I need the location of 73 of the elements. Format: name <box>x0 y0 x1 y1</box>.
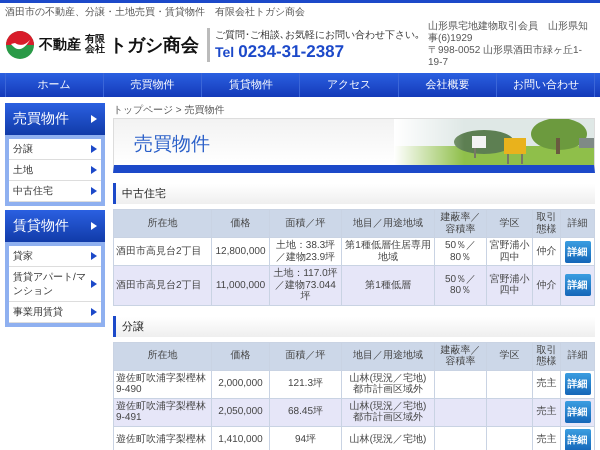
arrow-icon <box>91 187 97 195</box>
detail-button[interactable]: 詳細 <box>564 373 590 395</box>
table-cell: 売主 <box>532 370 560 398</box>
logo-icon <box>5 30 35 60</box>
nav-link[interactable]: お問い合わせ <box>497 73 596 97</box>
phone-number: Tel 0234-31-2387 <box>215 42 346 62</box>
column-header: 建蔽率／容積率 <box>434 210 486 238</box>
nav-link[interactable]: 売買物件 <box>104 73 202 97</box>
column-header: 建蔽率／容積率 <box>434 342 486 370</box>
column-header: 所在地 <box>114 210 212 238</box>
detail-button[interactable]: 詳細 <box>564 274 590 296</box>
sidebar-item[interactable]: 土地 <box>9 160 101 181</box>
detail-button[interactable]: 詳細 <box>564 240 590 262</box>
sidebar-item[interactable]: 賃貸アパート/マンション <box>9 267 101 302</box>
nav-link[interactable]: 会社概要 <box>398 73 498 97</box>
column-header: 価格 <box>212 342 270 370</box>
logo-text: 不動産 <box>39 36 81 54</box>
column-header: 価格 <box>212 210 270 238</box>
detail-button[interactable]: 詳細 <box>564 401 590 423</box>
section-heading: 分譲 <box>113 316 595 336</box>
column-header: 詳細 <box>560 210 594 238</box>
section-heading: 中古住宅 <box>113 183 595 204</box>
table-cell: 11,000,000 <box>212 266 270 305</box>
table-cell: 土地：117.0坪／建物73.044坪 <box>270 266 342 305</box>
arrow-icon <box>91 308 97 316</box>
arrow-icon <box>91 252 97 260</box>
table-cell: 遊佐町吹浦字梨樫林 <box>114 426 212 450</box>
table-cell: 山林(現況／宅地) 都市計画区域外 <box>342 370 434 398</box>
column-header: 取引態様 <box>532 342 560 370</box>
table-cell: 仲介 <box>532 266 560 305</box>
sidebar-heading[interactable]: 賃貸物件 <box>5 210 105 242</box>
sidebar-item[interactable]: 事業用賃貸 <box>9 302 101 323</box>
table-cell: 宮野浦小四中 <box>486 266 532 305</box>
column-header: 所在地 <box>114 342 212 370</box>
detail-button[interactable]: 詳細 <box>564 428 590 450</box>
table-cell: 2,050,000 <box>212 398 270 426</box>
sidebar-item[interactable]: 中古住宅 <box>9 181 101 202</box>
company-name: トガシ商会 <box>109 34 199 57</box>
column-header: 詳細 <box>560 342 594 370</box>
column-header: 取引態様 <box>532 210 560 238</box>
site-tagline: 酒田市の不動産、分譲・土地売買・賃貸物件 有限会社トガシ商会 <box>5 6 305 20</box>
contact-prompt: ご質問･ご相談､お気軽にお問い合わせ下さい｡ <box>215 28 420 42</box>
column-header: 地目／用途地域 <box>342 210 434 238</box>
table-cell: 酒田市高見台2丁目 <box>114 266 212 305</box>
table-cell: 第1種低層 <box>342 266 434 305</box>
table-cell: 50％／ 80％ <box>434 266 486 305</box>
table-cell: 121.3坪 <box>270 370 342 398</box>
sidebar-item[interactable]: 貸家 <box>9 246 101 267</box>
page-title: 売買物件 <box>134 133 210 157</box>
column-header: 学区 <box>486 342 532 370</box>
column-header: 面積／坪 <box>270 210 342 238</box>
table-cell: 山林(現況／宅地) 都市計画区域外 <box>342 398 434 426</box>
sidebar-item[interactable]: 分譲 <box>9 139 101 160</box>
arrow-icon <box>91 222 97 230</box>
arrow-icon <box>91 166 97 174</box>
arrow-icon <box>91 280 97 288</box>
column-header: 学区 <box>486 210 532 238</box>
breadcrumb: トップページ > 売買物件 <box>113 104 226 117</box>
arrow-icon <box>91 145 97 153</box>
table-cell: 遊佐町吹浦字梨樫林 9-490 <box>114 370 212 398</box>
table-cell: 売主 <box>532 398 560 426</box>
nav-link[interactable]: ホーム <box>6 73 104 97</box>
corp-type: 有限 会社 <box>85 35 105 55</box>
column-header: 地目／用途地域 <box>342 342 434 370</box>
table-cell: 2,000,000 <box>212 370 270 398</box>
nav-link[interactable]: 賃貸物件 <box>202 73 300 97</box>
table-cell: 遊佐町吹浦字梨樫林 9-491 <box>114 398 212 426</box>
column-header: 面積／坪 <box>270 342 342 370</box>
sidebar-heading[interactable]: 売買物件 <box>5 103 105 135</box>
table-cell: 68.45坪 <box>270 398 342 426</box>
arrow-icon <box>91 115 97 123</box>
nav-link[interactable]: アクセス <box>300 73 399 97</box>
company-info: 山形県宅地建物取引会員 山形県知事(6)1929 〒998-0052 山形県酒田市緑ヶ丘1-19-7 <box>428 21 589 69</box>
